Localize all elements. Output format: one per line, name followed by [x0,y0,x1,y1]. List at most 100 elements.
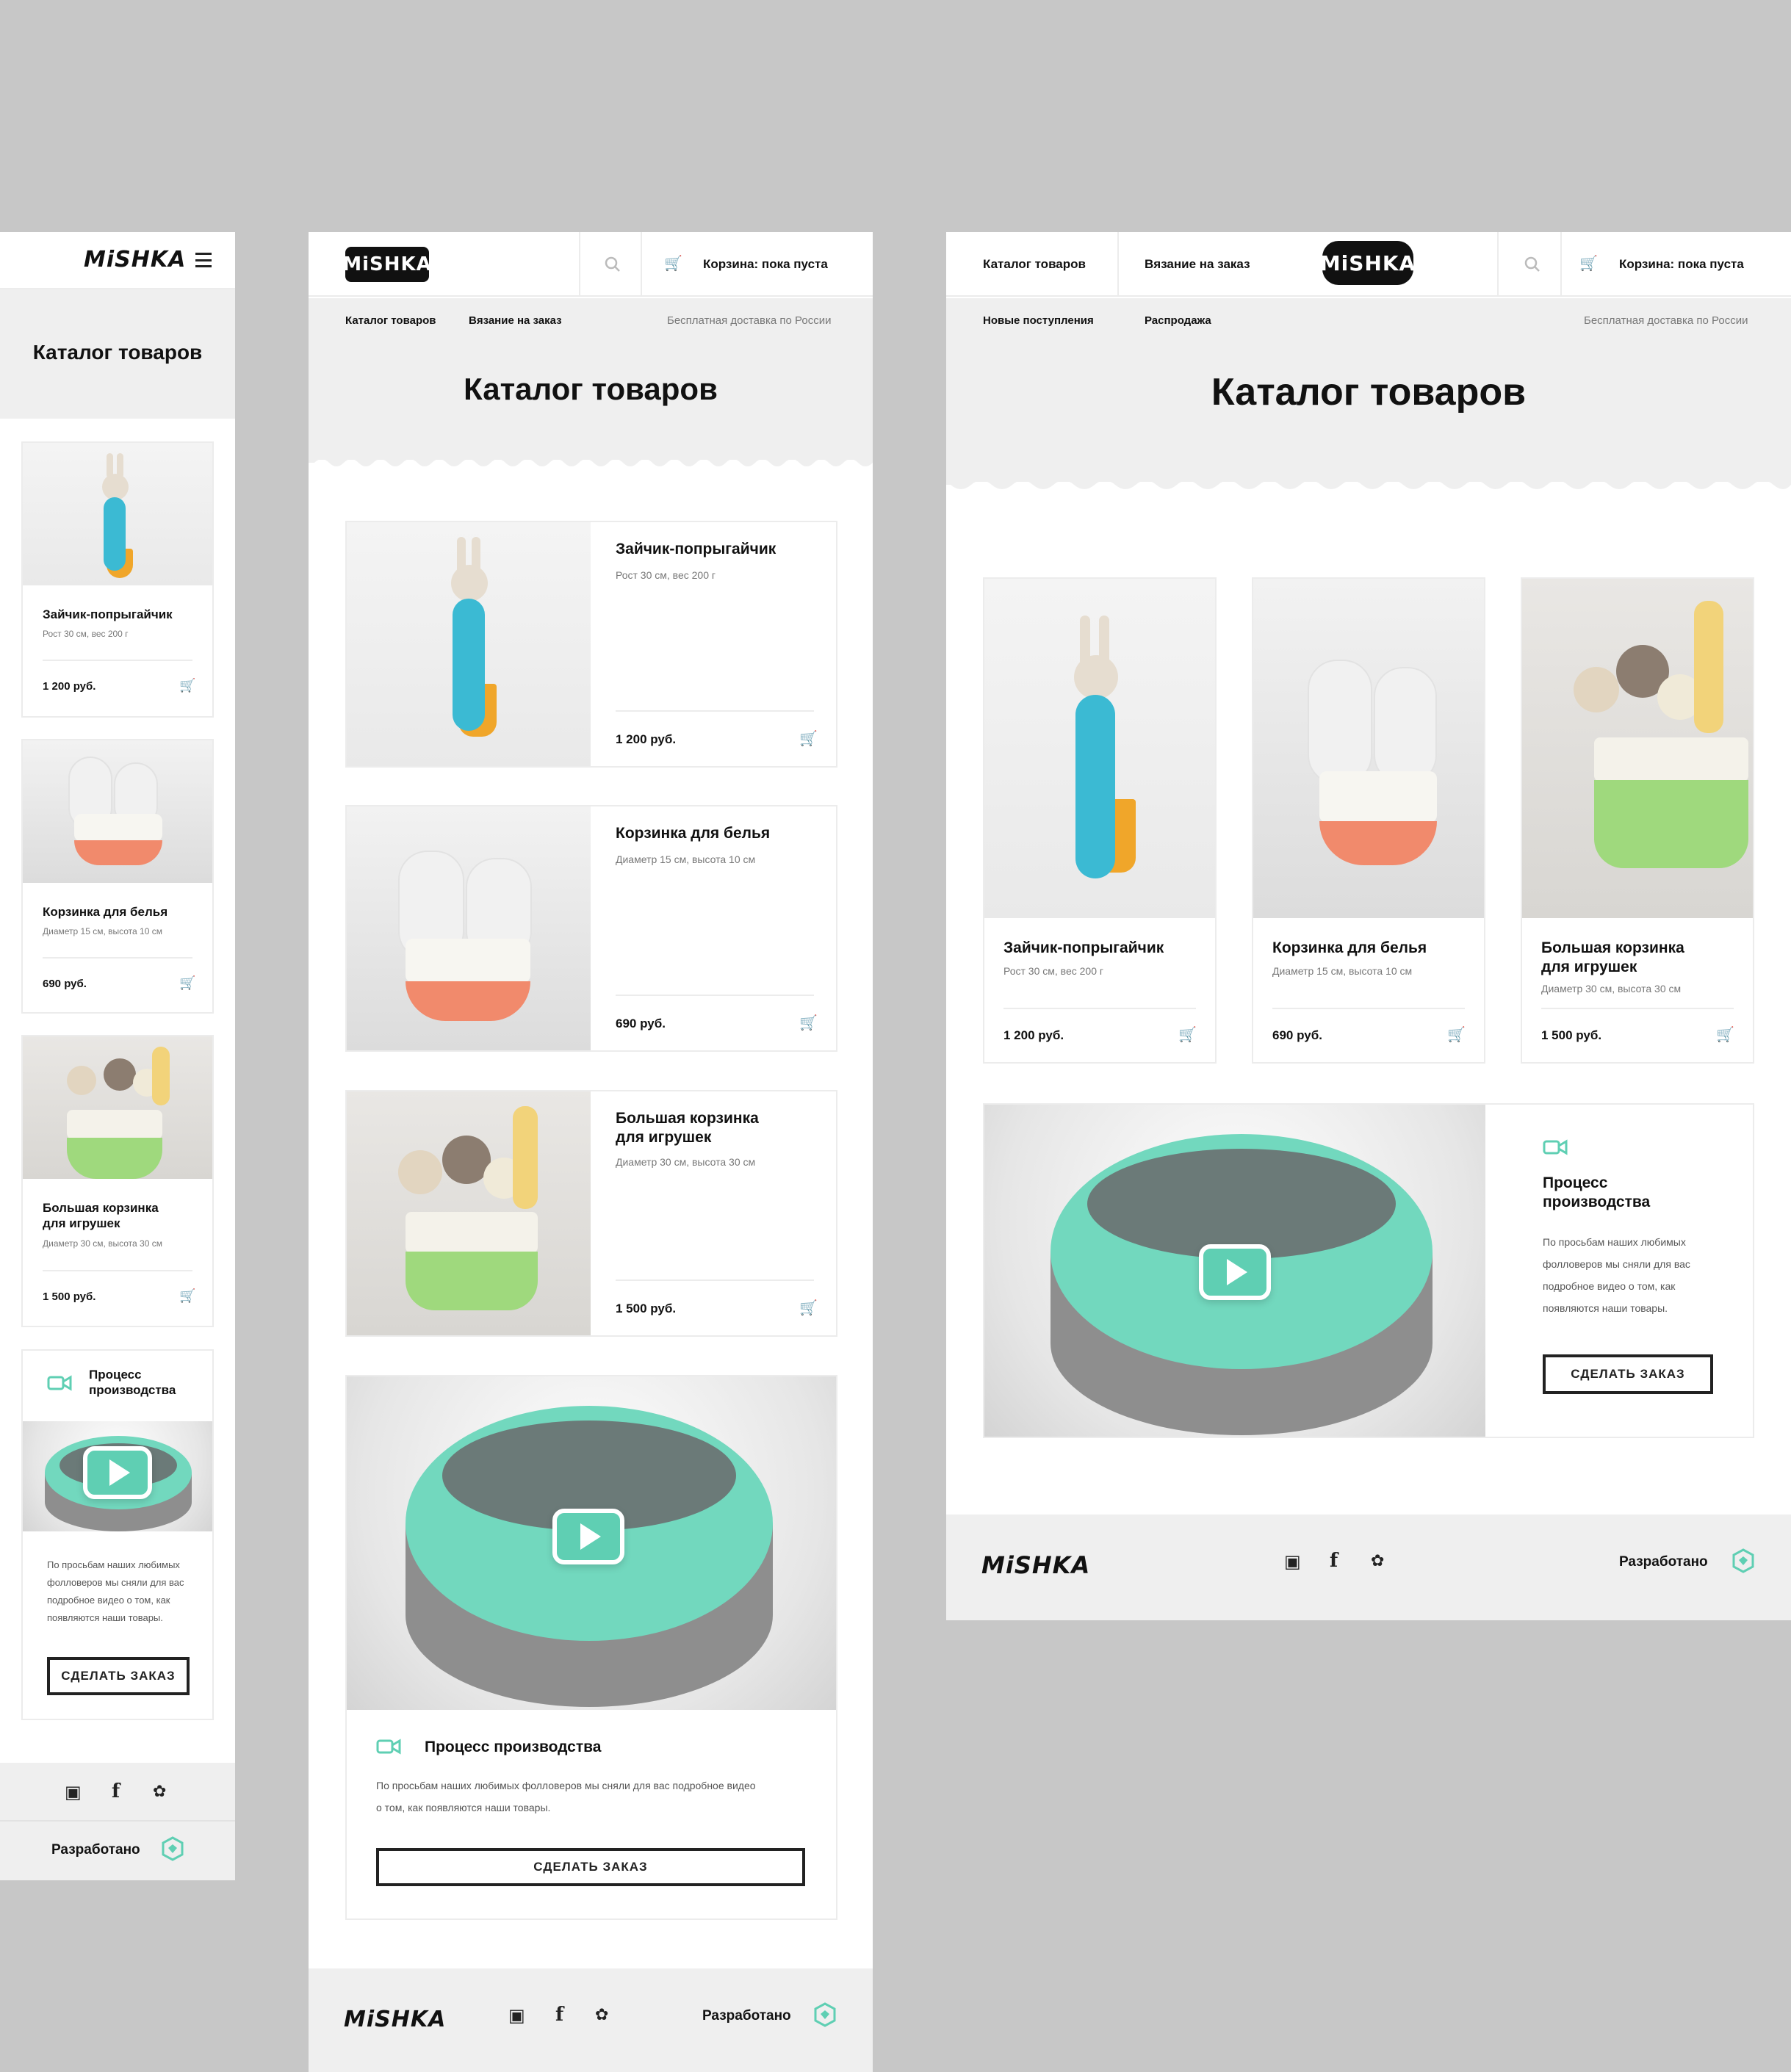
hamburger-icon[interactable] [195,253,212,267]
product-desc: Диаметр 30 см, высота 30 см [616,1156,756,1168]
facebook-icon[interactable]: f [555,2004,563,2026]
product-card[interactable]: Корзинка для белья Диаметр 15 см, высота… [1252,577,1485,1064]
add-to-cart-icon[interactable]: 🛒 [799,1299,818,1317]
add-to-cart-icon[interactable]: 🛒 [179,678,195,693]
nav-catalog[interactable]: Каталог товаров [983,257,1086,272]
wave-divider [309,452,873,466]
tablet-frame: MiSHKA 🛒 Корзина: пока пуста Каталог тов… [309,232,873,2072]
nav-sale[interactable]: Распродажа [1145,314,1211,327]
video-text: По просьбам наших любимых фолловеров мы с… [47,1559,184,1623]
product-desc: Диаметр 15 см, высота 10 см [43,926,162,936]
product-title[interactable]: Зайчик-попрыгайчик [43,607,173,622]
divider [616,710,814,712]
product-photo[interactable] [1253,579,1484,918]
product-photo[interactable] [984,579,1215,918]
play-button[interactable] [1199,1244,1271,1300]
instagram-icon[interactable]: ▣ [508,2005,525,2026]
product-title[interactable]: Большая корзинка для игрушек [43,1200,159,1232]
add-to-cart-icon[interactable]: 🛒 [1716,1025,1734,1044]
video-preview[interactable] [23,1421,212,1531]
nav-knitting[interactable]: Вязание на заказ [1145,257,1250,272]
desktop-frame: Каталог товаров Вязание на заказ MiSHKA … [946,232,1791,1620]
product-desc: Рост 30 см, вес 200 г [1003,965,1103,977]
product-photo[interactable] [347,806,591,1050]
order-button[interactable]: СДЕЛАТЬ ЗАКАЗ [376,1848,805,1886]
video-camera-icon [1543,1138,1568,1156]
htmlacademy-shield-icon[interactable] [162,1836,184,1861]
product-title[interactable]: Большая корзинка для игрушек [1541,939,1684,978]
add-to-cart-icon[interactable]: 🛒 [799,1014,818,1032]
product-title[interactable]: Корзинка для белья [1272,939,1427,958]
add-to-cart-icon[interactable]: 🛒 [799,729,818,748]
htmlacademy-shield-icon[interactable] [1732,1548,1754,1573]
facebook-icon[interactable]: f [112,1780,120,1802]
delivery-info: Бесплатная доставка по России [1584,314,1748,327]
product-card[interactable]: Корзинка для белья Диаметр 15 см, высота… [345,805,837,1052]
video-preview[interactable] [984,1105,1485,1437]
product-title[interactable]: Корзинка для белья [616,824,770,843]
play-button[interactable] [552,1509,624,1564]
cart-status[interactable]: Корзина: пока пуста [1619,257,1744,272]
product-photo[interactable] [347,1091,591,1335]
product-price: 1 500 руб. [616,1302,677,1315]
basket-icon[interactable]: 🛒 [664,254,682,272]
search-icon[interactable] [604,256,621,273]
product-price: 1 500 руб. [43,1291,96,1303]
product-photo[interactable] [23,740,212,883]
nav-new[interactable]: Новые поступления [983,314,1094,327]
footer-logo[interactable]: MiSHKA [344,2007,446,2032]
divider [1003,1008,1196,1009]
product-photo[interactable] [23,1036,212,1179]
product-price: 1 200 руб. [616,732,677,746]
twitter-icon[interactable]: ✿ [153,1782,166,1801]
product-card[interactable]: Зайчик-попрыгайчик Рост 30 см, вес 200 г… [983,577,1217,1064]
nav-catalog[interactable]: Каталог товаров [345,314,436,327]
video-text: По просьбам наших любимых фолловеров мы … [376,1780,756,1813]
logo[interactable]: MiSHKA [342,247,431,282]
logo[interactable]: MiSHKA [84,247,186,272]
order-button[interactable]: СДЕЛАТЬ ЗАКАЗ [47,1657,190,1695]
video-preview[interactable] [347,1376,836,1710]
product-photo[interactable] [1522,579,1753,918]
video-camera-icon [47,1374,72,1392]
add-to-cart-icon[interactable]: 🛒 [1447,1025,1466,1044]
basket-icon[interactable]: 🛒 [1579,254,1598,272]
instagram-icon[interactable]: ▣ [1284,1551,1301,1573]
product-title[interactable]: Корзинка для белья [43,904,167,920]
nav-knitting[interactable]: Вязание на заказ [469,314,562,327]
product-price: 690 руб. [616,1017,666,1030]
product-card[interactable]: Корзинка для белья Диаметр 15 см, высота… [21,739,214,1014]
add-to-cart-icon[interactable]: 🛒 [1178,1025,1197,1044]
video-camera-icon [376,1738,401,1755]
instagram-icon[interactable]: ▣ [65,1782,82,1803]
product-photo[interactable] [347,522,591,766]
divider [1272,1008,1465,1009]
cart-status[interactable]: Корзина: пока пуста [703,257,828,272]
product-title[interactable]: Большая корзинка для игрушек [616,1109,759,1148]
product-card[interactable]: Зайчик-попрыгайчик Рост 30 см, вес 200 г… [345,521,837,768]
play-button[interactable] [83,1446,152,1499]
facebook-icon[interactable]: f [1330,1550,1338,1572]
page-title: Каталог товаров [464,372,718,406]
product-title[interactable]: Зайчик-попрыгайчик [616,540,776,559]
product-photo[interactable] [23,443,212,585]
htmlacademy-shield-icon[interactable] [814,2002,836,2027]
product-card[interactable]: Большая корзинка для игрушек Диаметр 30 с… [345,1090,837,1337]
developed-by-label: Разработано [702,2008,791,2024]
video-card: Процесс производства По просьбам наших лю… [21,1349,214,1720]
product-title[interactable]: Зайчик-попрыгайчик [1003,939,1164,958]
product-card[interactable]: Большая корзинка для игрушек Диаметр 30 с… [21,1035,214,1327]
video-card: Процесс производства По просьбам наших лю… [983,1103,1754,1438]
footer-logo[interactable]: MiSHKA [981,1551,1090,1579]
order-button[interactable]: СДЕЛАТЬ ЗАКАЗ [1543,1354,1713,1394]
add-to-cart-icon[interactable]: 🛒 [179,1288,195,1304]
twitter-icon[interactable]: ✿ [595,2005,608,2024]
divider [43,1270,192,1271]
mobile-footer: ▣ f ✿ Разработано [0,1763,235,1880]
search-icon[interactable] [1524,256,1541,273]
twitter-icon[interactable]: ✿ [1371,1551,1384,1570]
add-to-cart-icon[interactable]: 🛒 [179,975,195,991]
product-card[interactable]: Зайчик-попрыгайчик Рост 30 см, вес 200 г… [21,441,214,718]
logo[interactable]: MiSHKA [1320,241,1415,285]
product-card[interactable]: Большая корзинка для игрушек Диаметр 30 с… [1521,577,1754,1064]
